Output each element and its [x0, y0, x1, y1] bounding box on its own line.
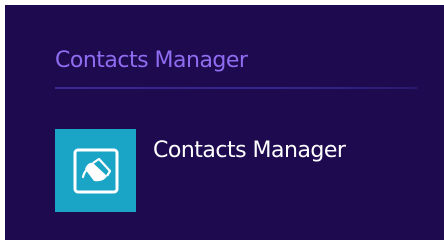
- app-tile-contacts-manager[interactable]: [55, 129, 136, 212]
- app-label-contacts-manager[interactable]: Contacts Manager: [153, 138, 346, 163]
- group-divider: [55, 87, 417, 89]
- group-header[interactable]: Contacts Manager: [55, 48, 248, 73]
- contacts-manager-icon: [73, 148, 118, 193]
- start-screen-panel: Contacts Manager Contacts Manager: [5, 5, 444, 240]
